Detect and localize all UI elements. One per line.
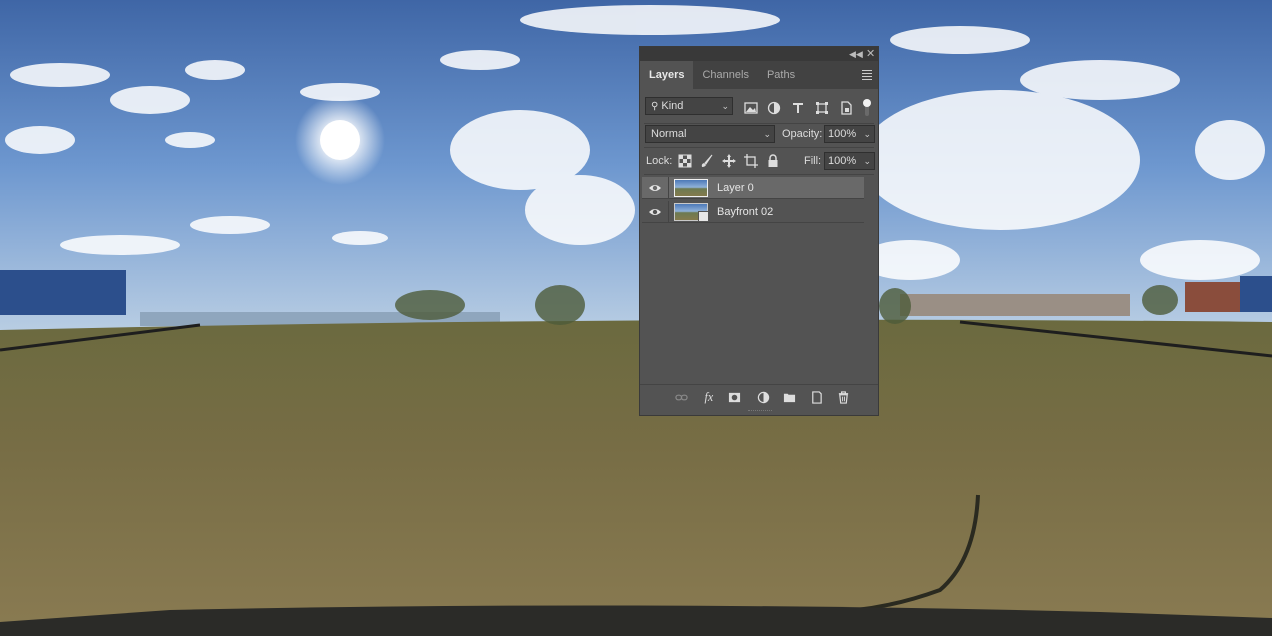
filter-type-layer-icon[interactable] bbox=[791, 101, 805, 115]
layer-name[interactable]: Layer 0 bbox=[717, 177, 754, 199]
new-group-folder-icon[interactable] bbox=[783, 391, 796, 404]
panorama-canvas[interactable] bbox=[0, 0, 1272, 636]
divider bbox=[644, 174, 874, 175]
lock-position-icon[interactable] bbox=[722, 154, 736, 168]
opacity-value: 100% bbox=[828, 128, 857, 140]
panel-titlebar[interactable]: ◀◀ ✕ bbox=[640, 47, 878, 61]
svg-text:fx: fx bbox=[705, 391, 714, 404]
lock-transparent-pixels-icon[interactable] bbox=[678, 154, 692, 168]
filter-kind-label: Kind bbox=[661, 100, 684, 112]
filter-smart-object-icon[interactable] bbox=[839, 101, 853, 115]
layers-bottom-toolbar: fx bbox=[640, 384, 878, 409]
fill-label: Fill: bbox=[804, 155, 822, 167]
collapse-icon[interactable]: ◀◀ bbox=[849, 48, 863, 60]
layer-row-layer-0[interactable]: Layer 0 bbox=[642, 177, 864, 199]
search-icon: ⚲ bbox=[651, 101, 659, 112]
divider bbox=[644, 123, 874, 124]
close-icon[interactable]: ✕ bbox=[866, 48, 875, 60]
layer-style-fx-icon[interactable]: fx bbox=[703, 391, 719, 404]
lock-image-pixels-icon[interactable] bbox=[700, 154, 714, 168]
opacity-field[interactable]: 100% ⌄ bbox=[824, 125, 875, 143]
new-layer-icon[interactable] bbox=[810, 391, 823, 404]
fill-value: 100% bbox=[828, 155, 857, 167]
layers-panel: ◀◀ ✕ Layers Channels Paths ⚲ Kind ⌄ Norm… bbox=[639, 46, 879, 416]
resize-grip[interactable] bbox=[748, 410, 772, 414]
divider bbox=[668, 177, 669, 199]
filter-row: ⚲ Kind ⌄ bbox=[640, 89, 878, 123]
layer-thumbnail bbox=[674, 179, 708, 197]
layer-name[interactable]: Bayfront 02 bbox=[717, 201, 773, 223]
filter-kind-dropdown[interactable]: ⚲ Kind ⌄ bbox=[645, 97, 733, 115]
divider bbox=[668, 201, 669, 223]
eye-icon[interactable] bbox=[648, 206, 662, 218]
filter-adjustment-layer-icon[interactable] bbox=[767, 101, 781, 115]
filter-toggle-icon[interactable] bbox=[862, 98, 872, 118]
layer-row-bayfront-02[interactable]: Bayfront 02 bbox=[642, 201, 864, 223]
panel-menu-icon[interactable] bbox=[862, 70, 872, 82]
smart-object-icon bbox=[698, 211, 709, 222]
panel-tabs: Layers Channels Paths bbox=[640, 61, 878, 89]
chevron-down-icon[interactable]: ⌄ bbox=[863, 153, 871, 169]
filter-pixel-layer-icon[interactable] bbox=[744, 101, 758, 115]
opacity-label: Opacity: bbox=[782, 128, 823, 140]
blend-mode-dropdown[interactable]: Normal ⌄ bbox=[645, 125, 775, 143]
tab-paths[interactable]: Paths bbox=[758, 61, 804, 89]
tab-layers[interactable]: Layers bbox=[640, 61, 694, 89]
filter-shape-layer-icon[interactable] bbox=[815, 101, 829, 115]
chevron-down-icon: ⌄ bbox=[721, 101, 729, 111]
lock-label: Lock: bbox=[646, 155, 673, 167]
trash-icon[interactable] bbox=[837, 391, 850, 404]
chevron-down-icon: ⌄ bbox=[763, 129, 771, 139]
link-layers-icon[interactable] bbox=[675, 391, 688, 404]
lock-artboard-icon[interactable] bbox=[744, 154, 758, 168]
divider bbox=[644, 147, 874, 148]
tab-channels[interactable]: Channels bbox=[693, 61, 757, 89]
add-mask-icon[interactable] bbox=[728, 391, 741, 404]
lock-all-icon[interactable] bbox=[766, 154, 780, 168]
chevron-down-icon[interactable]: ⌄ bbox=[863, 126, 871, 142]
blend-mode-value: Normal bbox=[651, 128, 687, 140]
new-adjustment-layer-icon[interactable] bbox=[757, 391, 770, 404]
fill-field[interactable]: 100% ⌄ bbox=[824, 152, 875, 170]
eye-icon[interactable] bbox=[648, 182, 662, 194]
